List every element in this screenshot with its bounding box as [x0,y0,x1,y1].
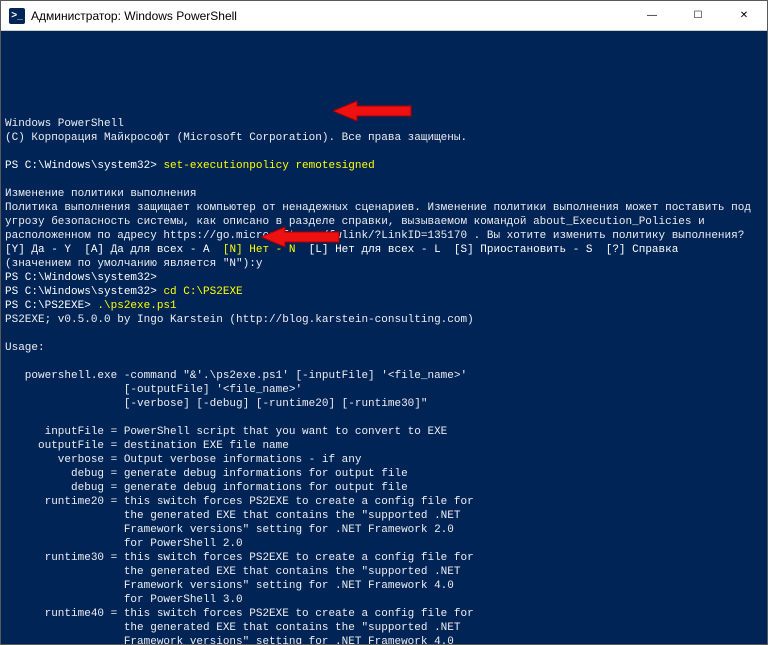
powershell-icon: >_ [9,8,25,24]
terminal-line [5,145,763,159]
terminal-line [5,355,763,369]
terminal-line: powershell.exe -command "&'.\ps2exe.ps1'… [5,369,763,383]
terminal-line: outputFile = destination EXE file name [5,439,763,453]
terminal-line [5,173,763,187]
terminal-line [5,327,763,341]
minimize-button[interactable]: — [629,1,675,30]
terminal-line: Framework versions" setting for .NET Fra… [5,579,763,593]
terminal-line: for PowerShell 3.0 [5,593,763,607]
window-controls: — ☐ ✕ [629,1,767,30]
terminal-line: verbose = Output verbose informations - … [5,453,763,467]
terminal-line: inputFile = PowerShell script that you w… [5,425,763,439]
terminal-line: PS C:\Windows\system32> [5,271,763,285]
terminal-line [5,411,763,425]
terminal-line: for PowerShell 2.0 [5,537,763,551]
terminal-line: (C) Корпорация Майкрософт (Microsoft Cor… [5,131,763,145]
terminal-line: the generated EXE that contains the "sup… [5,621,763,635]
terminal-output[interactable]: Windows PowerShell(C) Корпорация Майкрос… [1,31,767,644]
terminal-line: Framework versions" setting for .NET Fra… [5,523,763,537]
terminal-line: runtime20 = this switch forces PS2EXE to… [5,495,763,509]
terminal-line: PS C:\Windows\system32> cd C:\PS2EXE [5,285,763,299]
titlebar[interactable]: >_ Администратор: Windows PowerShell — ☐… [1,1,767,31]
terminal-line: [-outputFile] '<file_name>' [5,383,763,397]
close-button[interactable]: ✕ [721,1,767,30]
terminal-line: PS2EXE; v0.5.0.0 by Ingo Karstein (http:… [5,313,763,327]
terminal-line: Политика выполнения защищает компьютер о… [5,201,763,215]
terminal-line: the generated EXE that contains the "sup… [5,565,763,579]
maximize-button[interactable]: ☐ [675,1,721,30]
terminal-line: расположенном по адресу https://go.micro… [5,229,763,243]
terminal-line: Windows PowerShell [5,117,763,131]
terminal-line: debug = generate debug informations for … [5,481,763,495]
terminal-line: runtime40 = this switch forces PS2EXE to… [5,607,763,621]
terminal-line: PS C:\PS2EXE> .\ps2exe.ps1 [5,299,763,313]
terminal-line: [-verbose] [-debug] [-runtime20] [-runti… [5,397,763,411]
terminal-line: (значением по умолчанию является "N"):y [5,257,763,271]
terminal-line: [Y] Да - Y [A] Да для всех - A [N] Нет -… [5,243,763,257]
terminal-line: угрозу безопасность системы, как описано… [5,215,763,229]
terminal-line: the generated EXE that contains the "sup… [5,509,763,523]
terminal-line: debug = generate debug informations for … [5,467,763,481]
powershell-window: >_ Администратор: Windows PowerShell — ☐… [0,0,768,645]
terminal-line: PS C:\Windows\system32> set-executionpol… [5,159,763,173]
terminal-line: Изменение политики выполнения [5,187,763,201]
terminal-line: runtime30 = this switch forces PS2EXE to… [5,551,763,565]
terminal-line: Usage: [5,341,763,355]
window-title: Администратор: Windows PowerShell [31,9,629,23]
terminal-line: Framework versions" setting for .NET Fra… [5,635,763,644]
